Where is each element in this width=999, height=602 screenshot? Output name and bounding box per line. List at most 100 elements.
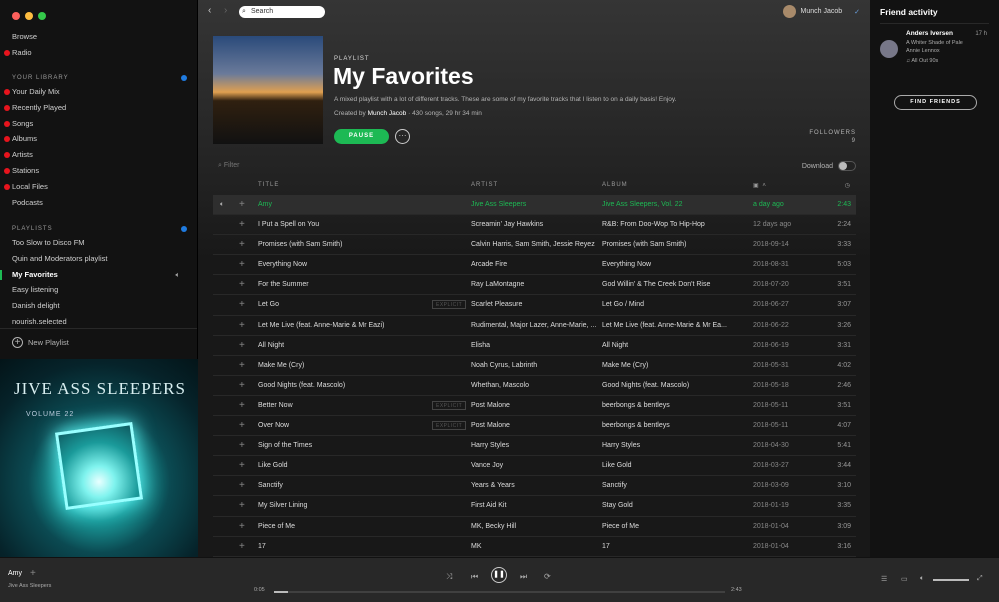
table-row[interactable]: + Promises (with Sam Smith) Calvin Harris,… xyxy=(213,235,856,256)
add-icon[interactable]: + xyxy=(239,396,245,415)
sidebar-item-your-daily-mix[interactable]: Your Daily Mix xyxy=(4,86,192,98)
add-icon[interactable]: + xyxy=(239,235,245,254)
track-title[interactable]: I Put a Spell on You xyxy=(258,215,428,234)
track-artist[interactable]: First Aid Kit xyxy=(471,496,598,515)
track-title[interactable]: Better Now xyxy=(258,396,428,415)
playlist-item[interactable]: Quin and Moderators playlist xyxy=(12,253,192,265)
track-album[interactable]: God Willin' & The Creek Don't Rise xyxy=(602,275,747,294)
playlist-item[interactable]: Easy listening xyxy=(12,284,192,296)
table-row[interactable]: + Let Go EXPLICIT Scarlet Pleasure Let Go / … xyxy=(213,295,856,316)
progress-bar[interactable] xyxy=(274,591,725,593)
new-playlist-button[interactable]: + New Playlist xyxy=(12,337,69,348)
sidebar-item-podcasts[interactable]: Podcasts xyxy=(12,197,192,209)
chevron-down-icon[interactable]: ✓ xyxy=(854,8,860,16)
repeat-icon[interactable]: ⟳ xyxy=(544,572,551,581)
add-icon[interactable]: + xyxy=(239,336,245,355)
friend-context[interactable]: ♫ All Out 90s xyxy=(906,58,938,64)
add-icon[interactable]: + xyxy=(239,456,245,475)
table-row[interactable]: + I Put a Spell on You Screamin' Jay Hawki… xyxy=(213,215,856,236)
track-artist[interactable]: MK, Becky Hill xyxy=(471,517,598,536)
table-row[interactable]: +17 MK 17 2018-01-04 3:16 xyxy=(213,537,856,557)
track-album[interactable]: 17 xyxy=(602,537,747,556)
table-row[interactable]: + My Silver Lining First Aid Kit Stay Gold 2… xyxy=(213,496,856,517)
sidebar-item-albums[interactable]: Albums xyxy=(4,133,192,145)
track-title[interactable]: For the Summer xyxy=(258,275,428,294)
track-album[interactable]: beerbongs & bentleys xyxy=(602,416,747,435)
track-artist[interactable]: Whethan, Mascolo xyxy=(471,376,598,395)
more-options-button[interactable]: ··· xyxy=(395,129,410,144)
track-title[interactable]: Sign of the Times xyxy=(258,436,428,455)
track-album[interactable]: Everything Now xyxy=(602,255,747,274)
track-title[interactable]: Let Me Live (feat. Anne-Marie & Mr Eazi) xyxy=(258,316,428,335)
track-artist[interactable]: Calvin Harris, Sam Smith, Jessie Reyez xyxy=(471,235,598,254)
table-row[interactable]: + For the Summer Ray LaMontagne God Willin'… xyxy=(213,275,856,296)
now-playing-track[interactable]: Amy xyxy=(8,570,22,577)
filter-input[interactable]: ⌕ Filter xyxy=(218,162,239,170)
add-icon[interactable]: + xyxy=(239,496,245,515)
track-album[interactable]: Piece of Me xyxy=(602,517,747,536)
track-album[interactable]: Stay Gold xyxy=(602,496,747,515)
download-toggle[interactable] xyxy=(838,161,856,171)
playlist-item[interactable]: Too Slow to Disco FM xyxy=(12,237,192,249)
add-icon[interactable]: + xyxy=(239,416,245,435)
sidebar-item-local-files[interactable]: Local Files xyxy=(4,181,192,193)
track-album[interactable]: Let Me Live (feat. Anne-Marie & Mr Ea... xyxy=(602,316,747,335)
sidebar-item-radio[interactable]: Radio xyxy=(4,47,192,59)
track-artist[interactable]: Scarlet Pleasure xyxy=(471,295,598,314)
friend-track[interactable]: A Whiter Shade of Pale xyxy=(906,40,963,46)
next-icon[interactable]: ⏭ xyxy=(520,572,527,582)
track-album[interactable]: Make Me (Cry) xyxy=(602,356,747,375)
now-playing-artist[interactable]: Jive Ass Sleepers xyxy=(8,583,51,589)
track-artist[interactable]: Screamin' Jay Hawkins xyxy=(471,215,598,234)
close-window-button[interactable] xyxy=(12,12,20,20)
track-artist[interactable]: Rudimental, Major Lazer, Anne-Marie, ... xyxy=(471,316,598,335)
friend-avatar[interactable] xyxy=(880,40,898,58)
add-icon[interactable]: + xyxy=(239,537,245,556)
track-title[interactable]: Sanctify xyxy=(258,476,428,495)
track-artist[interactable]: Vance Joy xyxy=(471,456,598,475)
track-title[interactable]: 17 xyxy=(258,537,428,556)
friend-name[interactable]: Anders Iversen xyxy=(906,30,953,37)
column-artist[interactable]: ARTIST xyxy=(471,182,498,188)
playlist-item[interactable]: Danish delight xyxy=(12,300,192,312)
track-artist[interactable]: Years & Years xyxy=(471,476,598,495)
track-title[interactable]: My Silver Lining xyxy=(258,496,428,515)
track-title[interactable]: Good Nights (feat. Mascolo) xyxy=(258,376,428,395)
sidebar-item-artists[interactable]: Artists xyxy=(4,149,192,161)
add-icon[interactable]: + xyxy=(239,436,245,455)
volume-icon[interactable]: 🔈︎ xyxy=(920,575,924,583)
table-row[interactable]: + Sanctify Years & Years Sanctify 2018-03-09… xyxy=(213,476,856,497)
add-icon[interactable]: + xyxy=(30,568,36,579)
table-row[interactable]: + All Night Elisha All Night 2018-06-19 3:31 xyxy=(213,336,856,356)
track-album[interactable]: Let Go / Mind xyxy=(602,295,747,314)
table-row[interactable]: 🔈︎ + Amy Jive Ass Sleepers Jive Ass Sleepers… xyxy=(213,195,856,216)
track-artist[interactable]: Jive Ass Sleepers xyxy=(471,195,598,214)
minimize-window-button[interactable] xyxy=(25,12,33,20)
sidebar-item-recently-played[interactable]: Recently Played xyxy=(4,102,192,114)
devices-icon[interactable]: ▭ xyxy=(901,575,908,583)
track-artist[interactable]: Arcade Fire xyxy=(471,255,598,274)
track-title[interactable]: Make Me (Cry) xyxy=(258,356,428,375)
track-artist[interactable]: Post Malone xyxy=(471,416,598,435)
playlist-item[interactable]: nourish.selected xyxy=(12,316,192,328)
track-artist[interactable]: Harry Styles xyxy=(471,436,598,455)
forward-arrow-icon[interactable]: › xyxy=(224,5,227,16)
add-icon[interactable]: + xyxy=(239,195,245,214)
table-row[interactable]: + Everything Now Arcade Fire Everything Now… xyxy=(213,255,856,276)
column-title[interactable]: TITLE xyxy=(258,182,279,188)
table-row[interactable]: + Good Nights (feat. Mascolo) Whethan, Mas… xyxy=(213,376,856,396)
pause-icon[interactable]: ❚❚ xyxy=(491,567,507,583)
track-title[interactable]: Let Go xyxy=(258,295,428,314)
table-row[interactable]: + Make Me (Cry) Noah Cyrus, Labrinth Make M… xyxy=(213,356,856,376)
table-row[interactable]: + Piece of Me MK, Becky Hill Piece of Me 201… xyxy=(213,517,856,537)
add-icon[interactable]: + xyxy=(239,476,245,495)
speaker-icon[interactable]: 🔈︎ xyxy=(220,195,224,214)
search-input[interactable]: ⌕ Search xyxy=(239,6,325,18)
track-artist[interactable]: Elisha xyxy=(471,336,598,355)
sidebar-item-stations[interactable]: Stations xyxy=(4,165,192,177)
queue-icon[interactable]: ☰ xyxy=(881,575,887,583)
fullscreen-icon[interactable]: ⤢ xyxy=(977,575,983,583)
sidebar-item-browse[interactable]: Browse xyxy=(12,31,192,43)
track-album[interactable]: Sanctify xyxy=(602,476,747,495)
track-album[interactable]: Jive Ass Sleepers, Vol. 22 xyxy=(602,195,747,214)
